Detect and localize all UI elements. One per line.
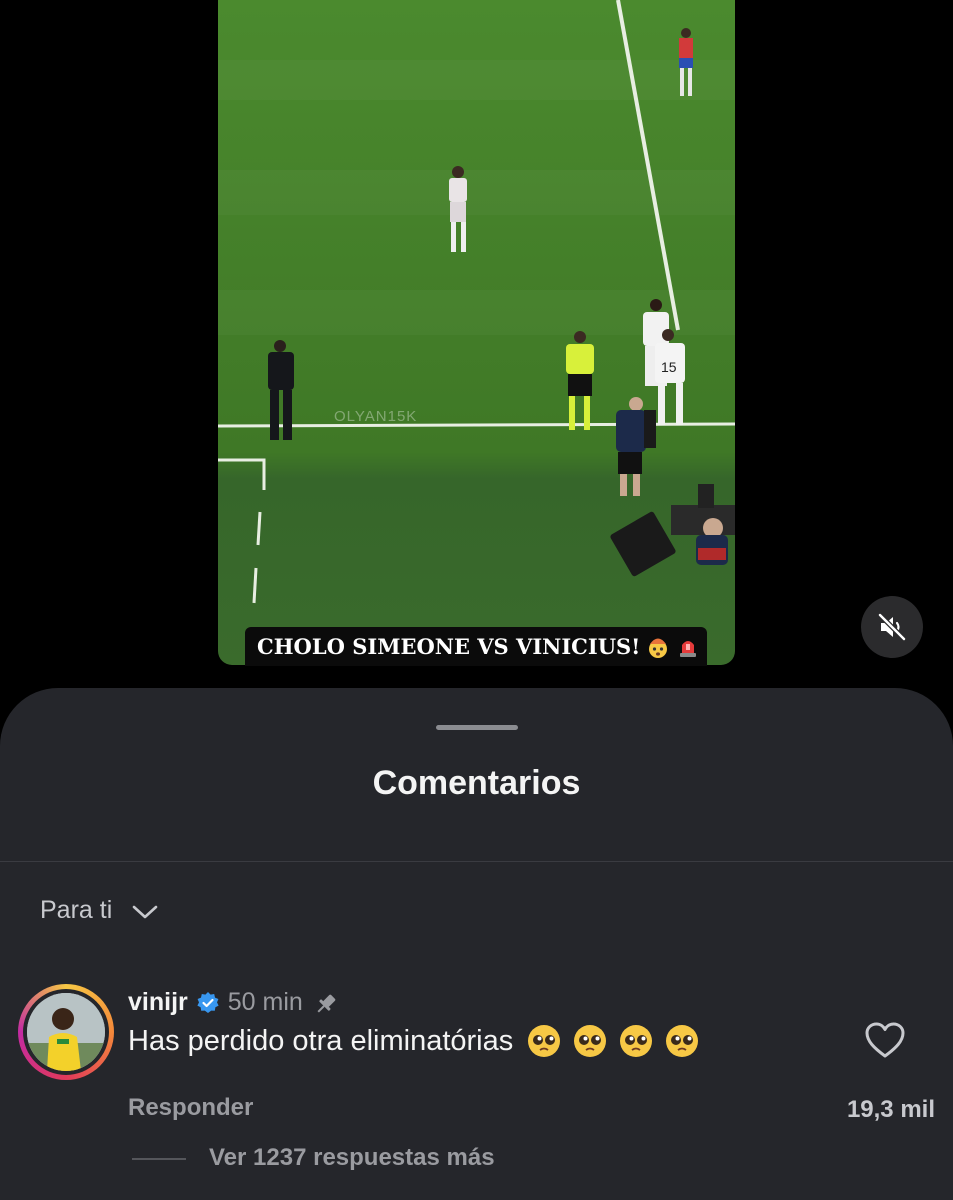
exploding-head-emoji — [649, 638, 668, 658]
like-count: 19,3 mil — [846, 1096, 935, 1123]
speaker-muted-icon — [878, 613, 906, 641]
comment-body: Has perdido otra eliminatórias — [128, 1024, 711, 1058]
comments-sheet: Comentarios Para ti vinijr 50 min Has pe… — [0, 688, 953, 1200]
divider — [0, 861, 953, 862]
comment-meta: vinijr 50 min — [128, 984, 339, 1020]
police-light-emoji — [680, 640, 697, 657]
mute-toggle-button[interactable] — [861, 596, 923, 658]
camera-rig — [610, 484, 735, 577]
sheet-grabber-handle[interactable] — [436, 725, 518, 730]
sort-dropdown[interactable]: Para ti — [40, 896, 158, 925]
pleading-face-emoji — [620, 1025, 653, 1057]
pin-icon — [317, 994, 336, 1013]
video-frame-pitch: 15 — [218, 0, 735, 604]
pleading-face-emoji — [574, 1025, 607, 1057]
chevron-down-icon — [132, 905, 158, 918]
pleading-face-emoji — [528, 1025, 561, 1057]
pleading-face-emoji — [666, 1025, 699, 1057]
comment-emojis — [527, 1024, 711, 1058]
avatar[interactable] — [18, 984, 114, 1080]
avatar-photo — [27, 993, 105, 1071]
video-watermark: OLYAN15K — [334, 408, 418, 425]
comment-text: Has perdido otra eliminatórias — [128, 1024, 514, 1057]
replies-connector-line — [132, 1158, 186, 1160]
player-figure: 15 — [655, 329, 685, 425]
comment-item: vinijr 50 min Has perdido otra eliminató… — [0, 984, 953, 1200]
video-caption-text: CHOLO SIMEONE VS VINICIUS! — [257, 634, 641, 659]
heart-icon[interactable] — [864, 1021, 906, 1059]
verified-badge-icon — [197, 992, 219, 1013]
comment-username[interactable]: vinijr — [128, 988, 188, 1017]
view-more-replies-button[interactable]: Ver 1237 respuestas más — [209, 1144, 495, 1172]
official-figure — [616, 397, 656, 496]
sort-label: Para ti — [40, 896, 113, 924]
comment-timestamp: 50 min — [227, 987, 303, 1016]
sheet-title: Comentarios — [372, 764, 581, 802]
svg-text:15: 15 — [661, 359, 677, 375]
reply-button[interactable]: Responder — [128, 1094, 253, 1122]
video-player[interactable]: 15 OLYAN15K — [218, 0, 735, 665]
player-figure — [449, 166, 467, 252]
referee-figure — [566, 331, 594, 430]
video-caption: CHOLO SIMEONE VS VINICIUS! — [245, 627, 707, 666]
